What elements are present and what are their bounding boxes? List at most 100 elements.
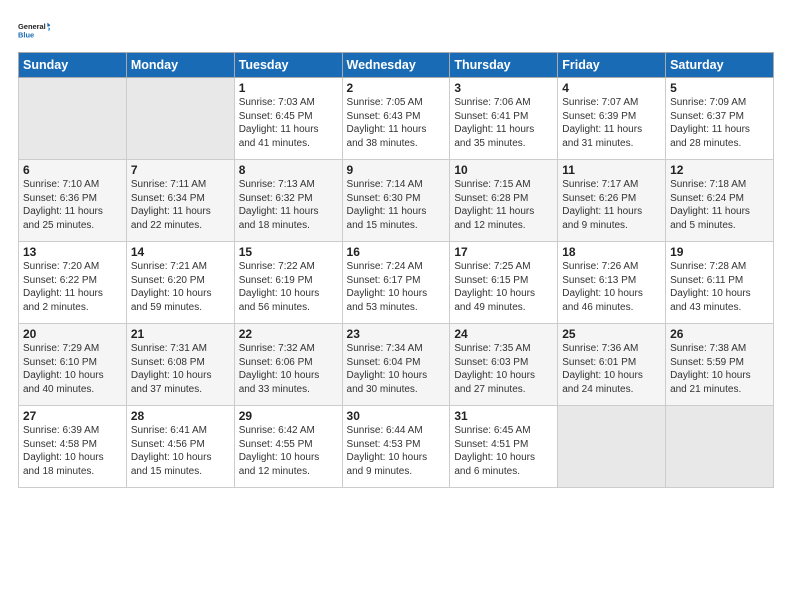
day-info: Sunrise: 6:41 AMSunset: 4:56 PMDaylight:… <box>131 424 230 478</box>
day-number: 9 <box>347 163 446 177</box>
day-number: 24 <box>454 327 553 341</box>
day-info: Sunrise: 7:32 AMSunset: 6:06 PMDaylight:… <box>239 342 338 396</box>
day-number: 3 <box>454 81 553 95</box>
day-cell: 21Sunrise: 7:31 AMSunset: 6:08 PMDayligh… <box>126 324 234 406</box>
day-cell: 2Sunrise: 7:05 AMSunset: 6:43 PMDaylight… <box>342 78 450 160</box>
col-header-saturday: Saturday <box>666 53 774 78</box>
day-cell: 30Sunrise: 6:44 AMSunset: 4:53 PMDayligh… <box>342 406 450 488</box>
svg-text:Blue: Blue <box>18 30 34 39</box>
day-number: 18 <box>562 245 661 259</box>
day-info: Sunrise: 7:06 AMSunset: 6:41 PMDaylight:… <box>454 96 553 150</box>
day-info: Sunrise: 7:13 AMSunset: 6:32 PMDaylight:… <box>239 178 338 232</box>
day-cell: 8Sunrise: 7:13 AMSunset: 6:32 PMDaylight… <box>234 160 342 242</box>
day-number: 11 <box>562 163 661 177</box>
day-cell: 29Sunrise: 6:42 AMSunset: 4:55 PMDayligh… <box>234 406 342 488</box>
day-number: 28 <box>131 409 230 423</box>
col-header-sunday: Sunday <box>19 53 127 78</box>
day-cell: 18Sunrise: 7:26 AMSunset: 6:13 PMDayligh… <box>558 242 666 324</box>
day-number: 14 <box>131 245 230 259</box>
day-info: Sunrise: 7:14 AMSunset: 6:30 PMDaylight:… <box>347 178 446 232</box>
week-row-5: 27Sunrise: 6:39 AMSunset: 4:58 PMDayligh… <box>19 406 774 488</box>
day-info: Sunrise: 7:10 AMSunset: 6:36 PMDaylight:… <box>23 178 122 232</box>
day-cell: 19Sunrise: 7:28 AMSunset: 6:11 PMDayligh… <box>666 242 774 324</box>
day-cell: 23Sunrise: 7:34 AMSunset: 6:04 PMDayligh… <box>342 324 450 406</box>
day-info: Sunrise: 7:20 AMSunset: 6:22 PMDaylight:… <box>23 260 122 314</box>
day-info: Sunrise: 7:18 AMSunset: 6:24 PMDaylight:… <box>670 178 769 232</box>
week-row-2: 6Sunrise: 7:10 AMSunset: 6:36 PMDaylight… <box>19 160 774 242</box>
col-header-wednesday: Wednesday <box>342 53 450 78</box>
day-info: Sunrise: 6:45 AMSunset: 4:51 PMDaylight:… <box>454 424 553 478</box>
col-header-monday: Monday <box>126 53 234 78</box>
day-number: 23 <box>347 327 446 341</box>
header-row: SundayMondayTuesdayWednesdayThursdayFrid… <box>19 53 774 78</box>
calendar: SundayMondayTuesdayWednesdayThursdayFrid… <box>18 52 774 488</box>
day-cell: 1Sunrise: 7:03 AMSunset: 6:45 PMDaylight… <box>234 78 342 160</box>
page: General Blue SundayMondayTuesdayWednesda… <box>0 0 792 612</box>
day-cell: 26Sunrise: 7:38 AMSunset: 5:59 PMDayligh… <box>666 324 774 406</box>
day-info: Sunrise: 6:39 AMSunset: 4:58 PMDaylight:… <box>23 424 122 478</box>
day-info: Sunrise: 7:36 AMSunset: 6:01 PMDaylight:… <box>562 342 661 396</box>
day-cell: 25Sunrise: 7:36 AMSunset: 6:01 PMDayligh… <box>558 324 666 406</box>
day-number: 12 <box>670 163 769 177</box>
day-number: 13 <box>23 245 122 259</box>
day-cell: 22Sunrise: 7:32 AMSunset: 6:06 PMDayligh… <box>234 324 342 406</box>
day-cell <box>126 78 234 160</box>
day-number: 30 <box>347 409 446 423</box>
day-cell: 15Sunrise: 7:22 AMSunset: 6:19 PMDayligh… <box>234 242 342 324</box>
day-info: Sunrise: 7:38 AMSunset: 5:59 PMDaylight:… <box>670 342 769 396</box>
day-number: 19 <box>670 245 769 259</box>
day-cell: 14Sunrise: 7:21 AMSunset: 6:20 PMDayligh… <box>126 242 234 324</box>
day-number: 15 <box>239 245 338 259</box>
day-info: Sunrise: 7:31 AMSunset: 6:08 PMDaylight:… <box>131 342 230 396</box>
day-info: Sunrise: 7:25 AMSunset: 6:15 PMDaylight:… <box>454 260 553 314</box>
day-info: Sunrise: 7:11 AMSunset: 6:34 PMDaylight:… <box>131 178 230 232</box>
day-info: Sunrise: 7:07 AMSunset: 6:39 PMDaylight:… <box>562 96 661 150</box>
day-cell: 27Sunrise: 6:39 AMSunset: 4:58 PMDayligh… <box>19 406 127 488</box>
day-info: Sunrise: 7:35 AMSunset: 6:03 PMDaylight:… <box>454 342 553 396</box>
day-number: 29 <box>239 409 338 423</box>
col-header-friday: Friday <box>558 53 666 78</box>
day-number: 1 <box>239 81 338 95</box>
day-cell: 24Sunrise: 7:35 AMSunset: 6:03 PMDayligh… <box>450 324 558 406</box>
day-number: 8 <box>239 163 338 177</box>
day-cell: 17Sunrise: 7:25 AMSunset: 6:15 PMDayligh… <box>450 242 558 324</box>
day-number: 22 <box>239 327 338 341</box>
svg-text:General: General <box>18 22 46 31</box>
col-header-tuesday: Tuesday <box>234 53 342 78</box>
day-number: 2 <box>347 81 446 95</box>
day-number: 10 <box>454 163 553 177</box>
day-cell <box>558 406 666 488</box>
day-info: Sunrise: 7:22 AMSunset: 6:19 PMDaylight:… <box>239 260 338 314</box>
day-info: Sunrise: 7:28 AMSunset: 6:11 PMDaylight:… <box>670 260 769 314</box>
day-cell: 9Sunrise: 7:14 AMSunset: 6:30 PMDaylight… <box>342 160 450 242</box>
logo-svg: General Blue <box>18 14 50 46</box>
day-number: 20 <box>23 327 122 341</box>
day-cell <box>19 78 127 160</box>
day-info: Sunrise: 7:09 AMSunset: 6:37 PMDaylight:… <box>670 96 769 150</box>
week-row-3: 13Sunrise: 7:20 AMSunset: 6:22 PMDayligh… <box>19 242 774 324</box>
day-info: Sunrise: 7:29 AMSunset: 6:10 PMDaylight:… <box>23 342 122 396</box>
day-cell: 11Sunrise: 7:17 AMSunset: 6:26 PMDayligh… <box>558 160 666 242</box>
day-cell: 7Sunrise: 7:11 AMSunset: 6:34 PMDaylight… <box>126 160 234 242</box>
day-number: 6 <box>23 163 122 177</box>
day-cell: 31Sunrise: 6:45 AMSunset: 4:51 PMDayligh… <box>450 406 558 488</box>
day-info: Sunrise: 7:15 AMSunset: 6:28 PMDaylight:… <box>454 178 553 232</box>
day-info: Sunrise: 6:44 AMSunset: 4:53 PMDaylight:… <box>347 424 446 478</box>
day-info: Sunrise: 7:26 AMSunset: 6:13 PMDaylight:… <box>562 260 661 314</box>
header: General Blue <box>18 10 774 46</box>
day-cell: 10Sunrise: 7:15 AMSunset: 6:28 PMDayligh… <box>450 160 558 242</box>
day-cell: 5Sunrise: 7:09 AMSunset: 6:37 PMDaylight… <box>666 78 774 160</box>
col-header-thursday: Thursday <box>450 53 558 78</box>
day-number: 31 <box>454 409 553 423</box>
day-info: Sunrise: 7:21 AMSunset: 6:20 PMDaylight:… <box>131 260 230 314</box>
week-row-1: 1Sunrise: 7:03 AMSunset: 6:45 PMDaylight… <box>19 78 774 160</box>
day-info: Sunrise: 7:24 AMSunset: 6:17 PMDaylight:… <box>347 260 446 314</box>
day-info: Sunrise: 7:17 AMSunset: 6:26 PMDaylight:… <box>562 178 661 232</box>
day-info: Sunrise: 7:34 AMSunset: 6:04 PMDaylight:… <box>347 342 446 396</box>
day-cell: 16Sunrise: 7:24 AMSunset: 6:17 PMDayligh… <box>342 242 450 324</box>
day-number: 25 <box>562 327 661 341</box>
day-cell: 3Sunrise: 7:06 AMSunset: 6:41 PMDaylight… <box>450 78 558 160</box>
week-row-4: 20Sunrise: 7:29 AMSunset: 6:10 PMDayligh… <box>19 324 774 406</box>
day-number: 5 <box>670 81 769 95</box>
day-number: 7 <box>131 163 230 177</box>
